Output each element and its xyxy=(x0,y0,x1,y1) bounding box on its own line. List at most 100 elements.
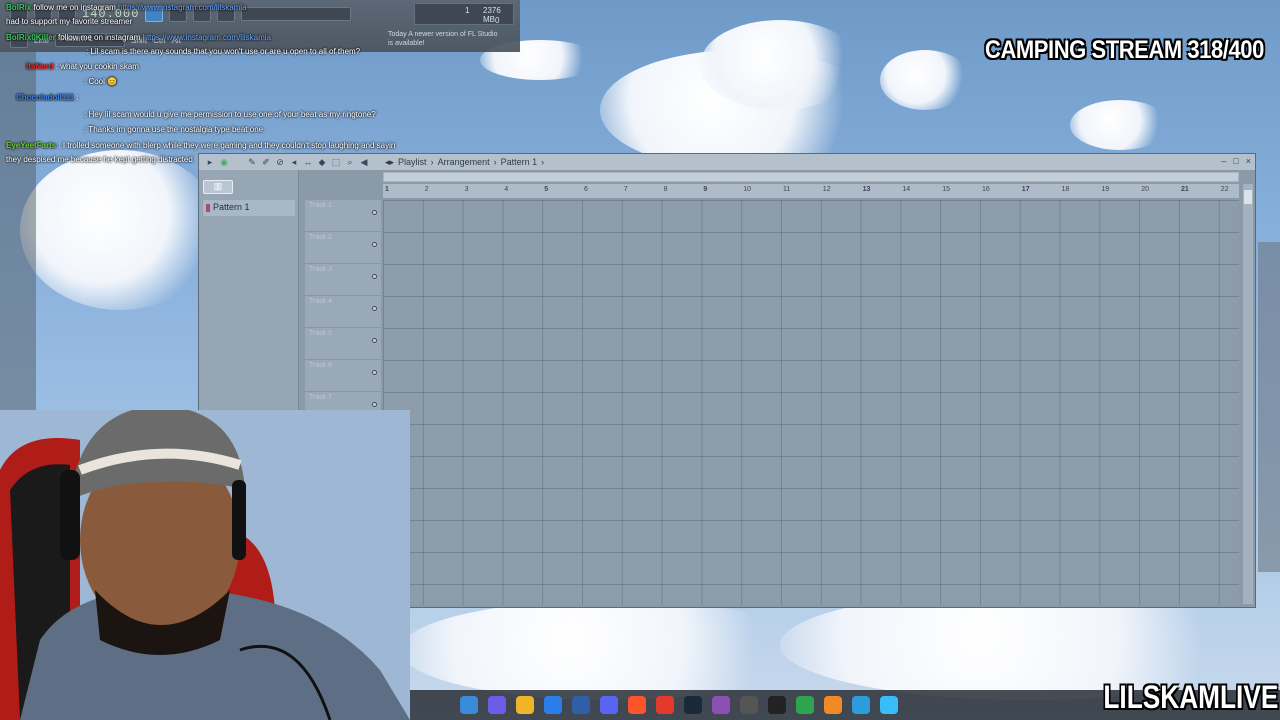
cpu-value: 1 xyxy=(465,6,470,15)
ruler-bar-label: 1 xyxy=(385,186,389,193)
arrangement-grid[interactable] xyxy=(383,200,1239,605)
app-icon[interactable] xyxy=(796,696,814,714)
ruler-bar-label: 2 xyxy=(424,186,429,193)
webcam-feed xyxy=(0,410,410,720)
close-button[interactable]: × xyxy=(1246,156,1251,166)
breadcrumb-pattern[interactable]: Pattern 1 xyxy=(501,157,538,167)
master-volume-slider[interactable] xyxy=(241,7,352,21)
chat-line: BolRix0Killer follow me on instagram htt… xyxy=(6,33,271,42)
cloud xyxy=(700,20,860,110)
breadcrumb-sep: › xyxy=(430,157,434,167)
pencil-icon[interactable]: ✎ xyxy=(247,157,257,167)
chat-line: : Thanks im gonna use the nostalgia type… xyxy=(6,125,263,134)
ruler-bar-label: 17 xyxy=(1021,186,1030,193)
track-mute-icon[interactable] xyxy=(372,210,377,215)
minimize-button[interactable]: – xyxy=(1221,156,1226,166)
discord-icon[interactable] xyxy=(600,696,618,714)
chat-text: : I trolled someone with blerp while the… xyxy=(56,141,396,150)
track-header[interactable]: Track 6 xyxy=(305,360,381,392)
track-name: Track 7 xyxy=(309,394,333,401)
ruler-bar-label: 10 xyxy=(743,186,751,193)
speaker-icon[interactable]: ◀ xyxy=(359,157,369,167)
fl-studio-icon[interactable] xyxy=(824,696,842,714)
chat-link[interactable]: https://www.instagram.com/lilskamla xyxy=(143,33,271,42)
stream-title: CAMPING STREAM 318/400 xyxy=(985,36,1264,64)
chat-line: ItsNerd : what you cookin skam xyxy=(6,62,139,71)
track-mute-icon[interactable] xyxy=(372,242,377,247)
track-header[interactable]: Track 5 xyxy=(305,328,381,360)
ruler-bar-label: 21 xyxy=(1181,186,1189,193)
ruler-bar-label: 6 xyxy=(584,186,588,193)
zoom-icon[interactable]: ⌕ xyxy=(345,157,355,167)
ruler-bar-label: 16 xyxy=(982,186,990,193)
chat-user: Chocoladoll111 xyxy=(16,93,75,102)
app2-icon[interactable] xyxy=(852,696,870,714)
mute-icon[interactable]: ◂ xyxy=(289,157,299,167)
ruler-bar-label: 11 xyxy=(783,186,791,193)
polyphony-value: 0 xyxy=(495,16,500,25)
maximize-button[interactable]: □ xyxy=(1233,156,1238,166)
delete-icon[interactable]: ⊘ xyxy=(275,157,285,167)
slice-icon[interactable]: ◆ xyxy=(317,157,327,167)
folder-icon[interactable] xyxy=(516,696,534,714)
chat-text: : Thanks im gonna use the nostalgia type… xyxy=(84,125,264,134)
arrow-icon[interactable]: ▸ xyxy=(205,157,215,167)
pattern-item[interactable]: Pattern 1 xyxy=(203,200,295,216)
track-mute-icon[interactable] xyxy=(372,274,377,279)
piano-icon[interactable]: ▥ xyxy=(203,180,233,194)
ruler-bar-label: 8 xyxy=(663,186,668,193)
track-name: Track 3 xyxy=(309,266,333,273)
track-header[interactable]: Track 1 xyxy=(305,200,381,232)
brave-icon[interactable] xyxy=(628,696,646,714)
capcut-icon[interactable] xyxy=(768,696,786,714)
chat-text: : what you cookin skam xyxy=(53,62,139,71)
copilot-icon[interactable] xyxy=(488,696,506,714)
track-header[interactable]: Track 2 xyxy=(305,232,381,264)
horizontal-scrollbar[interactable] xyxy=(383,172,1239,182)
track-mute-icon[interactable] xyxy=(372,370,377,375)
chat-text: : Cool 😊 xyxy=(84,77,118,86)
vertical-scrollbar[interactable] xyxy=(1243,184,1253,604)
track-mute-icon[interactable] xyxy=(372,306,377,311)
slip-icon[interactable]: ↔ xyxy=(303,157,313,167)
ruler-bar-label: 15 xyxy=(942,186,950,193)
track-header[interactable]: Track 3 xyxy=(305,264,381,296)
breadcrumb-playlist: Playlist xyxy=(398,157,427,167)
streamer-image xyxy=(0,410,410,720)
winrar-icon[interactable] xyxy=(712,696,730,714)
chat-link[interactable]: https://www.instagram.com/lilskamla xyxy=(118,3,246,12)
track-header[interactable]: Track 4 xyxy=(305,296,381,328)
update-notice[interactable]: Today A newer version of FL Studio is av… xyxy=(388,30,500,50)
select-icon[interactable]: ⬚ xyxy=(331,157,341,167)
track-mute-icon[interactable] xyxy=(372,402,377,407)
track-name: Track 4 xyxy=(309,298,333,305)
scroll-thumb[interactable] xyxy=(1244,190,1252,204)
explorer-icon[interactable] xyxy=(460,696,478,714)
track-name: Track 5 xyxy=(309,330,333,337)
chat-line: BolRix follow me on instagram https://ww… xyxy=(6,3,247,12)
track-mute-icon[interactable] xyxy=(372,338,377,343)
ruler-bar-label: 4 xyxy=(504,186,509,193)
chrome-icon[interactable] xyxy=(656,696,674,714)
chat-text: follow me on instagram xyxy=(31,3,119,12)
track-name: Track 6 xyxy=(309,362,333,369)
breadcrumb-arrangement[interactable]: Arrangement xyxy=(438,157,490,167)
ruler-bar-label: 13 xyxy=(862,186,871,193)
cloud xyxy=(880,50,970,110)
notepad-icon[interactable] xyxy=(880,696,898,714)
photoshop-icon[interactable] xyxy=(572,696,590,714)
steam-icon[interactable] xyxy=(684,696,702,714)
magnet-icon[interactable]: ◉ xyxy=(219,157,229,167)
ruler-bar-label: 19 xyxy=(1101,186,1110,193)
chat-user: BolRix xyxy=(6,3,32,12)
chat-line: EyeYeetFarts : I trolled someone with bl… xyxy=(6,141,395,150)
timeline-ruler[interactable]: 1 2 3 4 5 6 7 8 9 10 11 12 13 14 15 16 17 18 19 20 21 22 xyxy=(383,184,1239,198)
cloud xyxy=(1070,100,1170,150)
cloud xyxy=(20,150,220,310)
ruler-bar-label: 18 xyxy=(1061,186,1070,193)
brush-icon[interactable]: ✐ xyxy=(261,157,271,167)
4k-icon[interactable] xyxy=(740,696,758,714)
chat-text: they despised me because he kept getting… xyxy=(6,155,193,164)
breadcrumb-arrow-icon[interactable]: ◂▸ xyxy=(385,157,394,168)
store-icon[interactable] xyxy=(544,696,562,714)
